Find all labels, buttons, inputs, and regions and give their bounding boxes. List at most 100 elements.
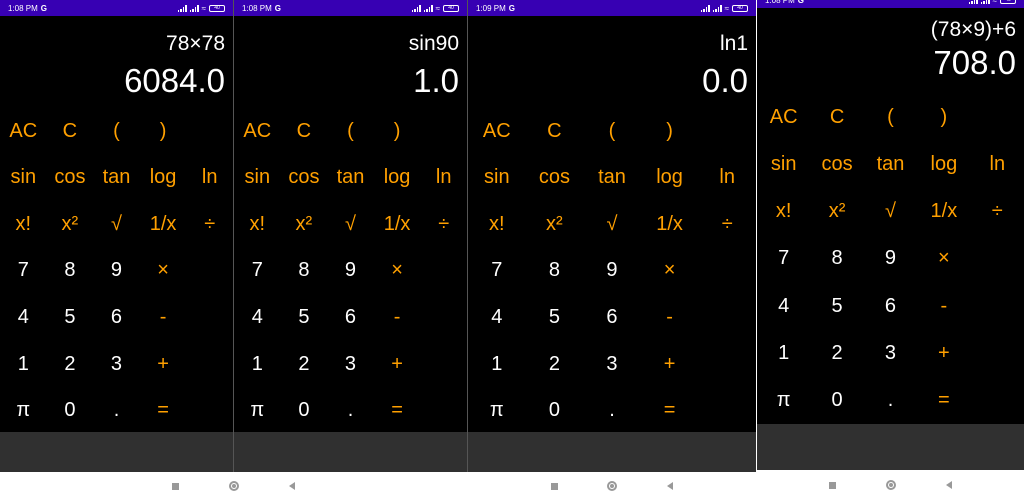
digit-1-button[interactable]: 1 bbox=[468, 341, 526, 388]
all-clear-button[interactable]: AC bbox=[757, 94, 810, 141]
clear-button[interactable]: C bbox=[47, 108, 94, 155]
digit-2-button[interactable]: 2 bbox=[810, 330, 863, 377]
digit-6-button[interactable]: 6 bbox=[583, 294, 641, 341]
ln-button[interactable]: ln bbox=[698, 155, 756, 202]
reciprocal-button[interactable]: 1/x bbox=[641, 201, 699, 248]
digit-5-button[interactable]: 5 bbox=[526, 294, 584, 341]
pi-button[interactable]: π bbox=[757, 377, 810, 424]
recents-button[interactable] bbox=[826, 478, 840, 492]
digit-8-button[interactable]: 8 bbox=[47, 248, 94, 295]
back-button[interactable] bbox=[663, 479, 677, 493]
clear-button[interactable]: C bbox=[281, 108, 328, 155]
decimal-button[interactable]: . bbox=[583, 387, 641, 434]
digit-0-button[interactable]: 0 bbox=[281, 387, 328, 434]
divide-button[interactable]: ÷ bbox=[186, 201, 233, 248]
digit-2-button[interactable]: 2 bbox=[526, 341, 584, 388]
log-button[interactable]: log bbox=[374, 155, 421, 202]
multiply-button[interactable]: × bbox=[917, 235, 970, 282]
sin-button[interactable]: sin bbox=[468, 155, 526, 202]
subtract-button[interactable]: - bbox=[917, 283, 970, 330]
open-paren-button[interactable]: ( bbox=[583, 108, 641, 155]
tan-button[interactable]: tan bbox=[93, 155, 140, 202]
square-button[interactable]: x² bbox=[281, 201, 328, 248]
equals-button[interactable]: = bbox=[374, 387, 421, 434]
square-button[interactable]: x² bbox=[47, 201, 94, 248]
recents-button[interactable] bbox=[547, 479, 561, 493]
digit-3-button[interactable]: 3 bbox=[864, 330, 917, 377]
factorial-button[interactable]: x! bbox=[234, 201, 281, 248]
digit-1-button[interactable]: 1 bbox=[234, 341, 281, 388]
reciprocal-button[interactable]: 1/x bbox=[140, 201, 187, 248]
digit-3-button[interactable]: 3 bbox=[327, 341, 374, 388]
pi-button[interactable]: π bbox=[234, 387, 281, 434]
digit-8-button[interactable]: 8 bbox=[810, 235, 863, 282]
digit-5-button[interactable]: 5 bbox=[281, 294, 328, 341]
clear-button[interactable]: C bbox=[810, 94, 863, 141]
close-paren-button[interactable]: ) bbox=[374, 108, 421, 155]
digit-3-button[interactable]: 3 bbox=[93, 341, 140, 388]
digit-6-button[interactable]: 6 bbox=[93, 294, 140, 341]
digit-0-button[interactable]: 0 bbox=[526, 387, 584, 434]
divide-button[interactable]: ÷ bbox=[420, 201, 467, 248]
sqrt-button[interactable]: √ bbox=[93, 201, 140, 248]
digit-7-button[interactable]: 7 bbox=[234, 248, 281, 295]
cos-button[interactable]: cos bbox=[810, 141, 863, 188]
digit-8-button[interactable]: 8 bbox=[281, 248, 328, 295]
digit-5-button[interactable]: 5 bbox=[47, 294, 94, 341]
decimal-button[interactable]: . bbox=[327, 387, 374, 434]
ln-button[interactable]: ln bbox=[186, 155, 233, 202]
digit-2-button[interactable]: 2 bbox=[281, 341, 328, 388]
clear-button[interactable]: C bbox=[526, 108, 584, 155]
subtract-button[interactable]: - bbox=[140, 294, 187, 341]
factorial-button[interactable]: x! bbox=[0, 201, 47, 248]
divide-button[interactable]: ÷ bbox=[698, 201, 756, 248]
ln-button[interactable]: ln bbox=[971, 141, 1024, 188]
square-button[interactable]: x² bbox=[810, 188, 863, 235]
digit-4-button[interactable]: 4 bbox=[0, 294, 47, 341]
cos-button[interactable]: cos bbox=[47, 155, 94, 202]
all-clear-button[interactable]: AC bbox=[0, 108, 47, 155]
all-clear-button[interactable]: AC bbox=[468, 108, 526, 155]
open-paren-button[interactable]: ( bbox=[864, 94, 917, 141]
digit-1-button[interactable]: 1 bbox=[0, 341, 47, 388]
multiply-button[interactable]: × bbox=[641, 248, 699, 295]
pi-button[interactable]: π bbox=[0, 387, 47, 434]
open-paren-button[interactable]: ( bbox=[327, 108, 374, 155]
digit-9-button[interactable]: 9 bbox=[864, 235, 917, 282]
digit-6-button[interactable]: 6 bbox=[327, 294, 374, 341]
equals-button[interactable]: = bbox=[917, 377, 970, 424]
reciprocal-button[interactable]: 1/x bbox=[374, 201, 421, 248]
add-button[interactable]: + bbox=[917, 330, 970, 377]
divide-button[interactable]: ÷ bbox=[971, 188, 1024, 235]
factorial-button[interactable]: x! bbox=[468, 201, 526, 248]
add-button[interactable]: + bbox=[374, 341, 421, 388]
factorial-button[interactable]: x! bbox=[757, 188, 810, 235]
tan-button[interactable]: tan bbox=[583, 155, 641, 202]
subtract-button[interactable]: - bbox=[374, 294, 421, 341]
log-button[interactable]: log bbox=[140, 155, 187, 202]
decimal-button[interactable]: . bbox=[93, 387, 140, 434]
digit-9-button[interactable]: 9 bbox=[327, 248, 374, 295]
pi-button[interactable]: π bbox=[468, 387, 526, 434]
digit-2-button[interactable]: 2 bbox=[47, 341, 94, 388]
digit-5-button[interactable]: 5 bbox=[810, 283, 863, 330]
digit-7-button[interactable]: 7 bbox=[757, 235, 810, 282]
digit-6-button[interactable]: 6 bbox=[864, 283, 917, 330]
reciprocal-button[interactable]: 1/x bbox=[917, 188, 970, 235]
square-button[interactable]: x² bbox=[526, 201, 584, 248]
add-button[interactable]: + bbox=[641, 341, 699, 388]
multiply-button[interactable]: × bbox=[374, 248, 421, 295]
all-clear-button[interactable]: AC bbox=[234, 108, 281, 155]
equals-button[interactable]: = bbox=[641, 387, 699, 434]
ln-button[interactable]: ln bbox=[420, 155, 467, 202]
sqrt-button[interactable]: √ bbox=[327, 201, 374, 248]
close-paren-button[interactable]: ) bbox=[140, 108, 187, 155]
digit-1-button[interactable]: 1 bbox=[757, 330, 810, 377]
equals-button[interactable]: = bbox=[140, 387, 187, 434]
cos-button[interactable]: cos bbox=[526, 155, 584, 202]
digit-7-button[interactable]: 7 bbox=[468, 248, 526, 295]
tan-button[interactable]: tan bbox=[864, 141, 917, 188]
log-button[interactable]: log bbox=[641, 155, 699, 202]
subtract-button[interactable]: - bbox=[641, 294, 699, 341]
close-paren-button[interactable]: ) bbox=[917, 94, 970, 141]
